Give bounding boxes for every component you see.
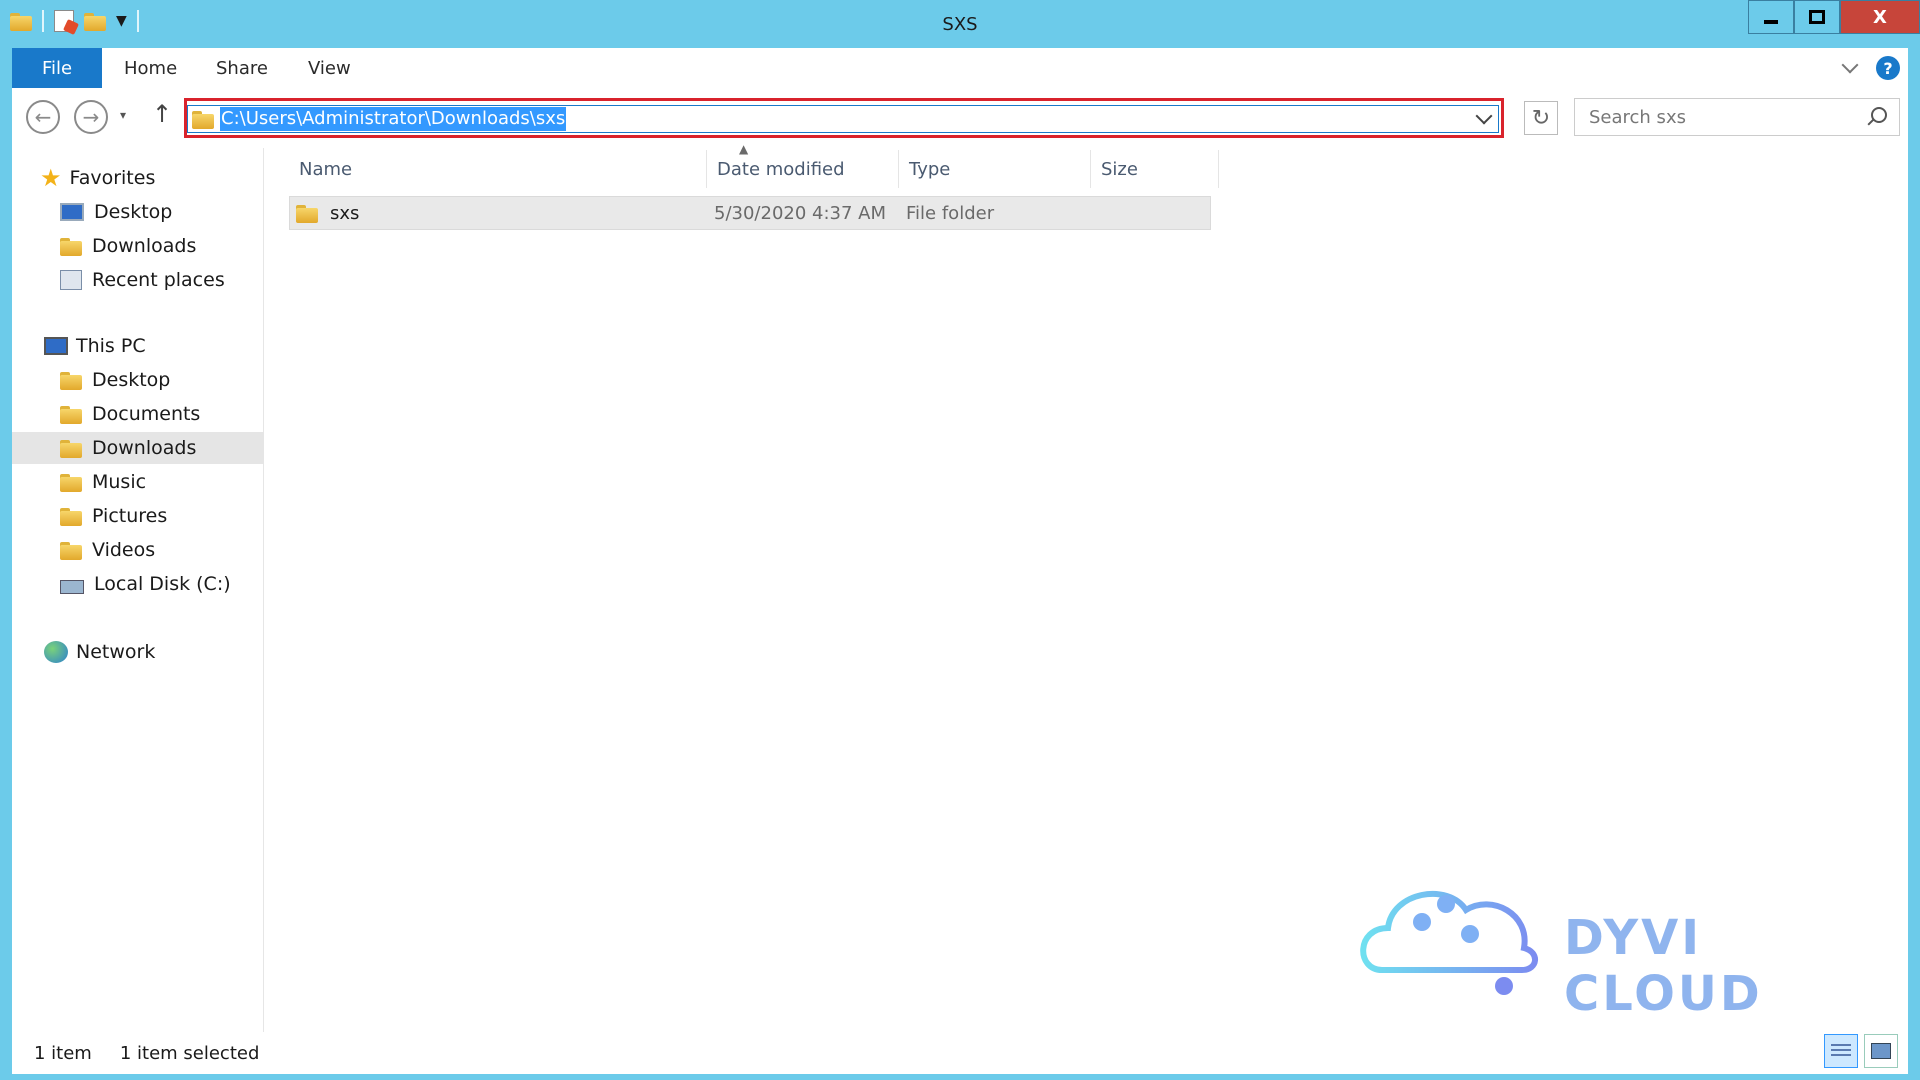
tab-home[interactable]: Home	[124, 48, 177, 88]
watermark-logo-text: DYVI CLOUD	[1564, 910, 1763, 1022]
sidebar-item-downloads[interactable]: Downloads	[12, 432, 264, 464]
large-icons-view-icon	[1871, 1043, 1891, 1059]
maximize-icon	[1809, 10, 1825, 24]
sidebar-item-fav-desktop[interactable]: Desktop	[60, 196, 172, 228]
search-input[interactable]: Search sxs	[1574, 98, 1900, 136]
maximize-button[interactable]	[1794, 0, 1840, 34]
close-icon: X	[1873, 6, 1887, 28]
explorer-window: ▼ SXS X File Home Share View ? ← → ▾ ↑ C…	[0, 0, 1920, 1080]
back-button[interactable]: ←	[26, 100, 60, 134]
documents-folder-icon	[60, 404, 82, 424]
tab-file[interactable]: File	[12, 48, 102, 88]
desktop-icon	[60, 203, 84, 221]
help-icon[interactable]: ?	[1876, 56, 1900, 80]
sidebar-item-pictures[interactable]: Pictures	[60, 500, 167, 532]
videos-folder-icon	[60, 540, 82, 560]
navigation-bar: ← → ▾ ↑ C:\Users\Administrator\Downloads…	[12, 88, 1908, 148]
folder-icon	[296, 203, 318, 223]
date-modified-cell: 5/30/2020 4:37 AM	[714, 202, 887, 224]
sidebar-item-label: Documents	[92, 403, 201, 425]
sidebar-item-desktop[interactable]: Desktop	[60, 364, 170, 396]
ribbon-right-controls: ?	[1841, 56, 1900, 80]
sidebar-item-label: Downloads	[92, 437, 197, 459]
address-path[interactable]: C:\Users\Administrator\Downloads\sxs	[220, 107, 567, 131]
refresh-button[interactable]: ↻	[1524, 101, 1558, 135]
desktop-folder-icon	[60, 370, 82, 390]
refresh-icon: ↻	[1531, 105, 1551, 131]
address-bar[interactable]: C:\Users\Administrator\Downloads\sxs	[187, 105, 1499, 133]
search-icon[interactable]	[1871, 107, 1887, 123]
sidebar-item-documents[interactable]: Documents	[60, 398, 200, 430]
close-button[interactable]: X	[1840, 0, 1920, 34]
file-name: sxs	[330, 202, 360, 224]
address-dropdown-icon[interactable]	[1475, 107, 1493, 125]
sidebar-item-label: Videos	[92, 539, 156, 561]
selection-count: 1 item selected	[119, 1042, 260, 1064]
sidebar-item-network[interactable]: Network	[44, 636, 155, 668]
back-arrow-icon: ←	[34, 105, 52, 129]
search-placeholder: Search sxs	[1589, 106, 1686, 128]
forward-arrow-icon: →	[82, 105, 100, 129]
star-icon: ★	[40, 164, 62, 192]
large-icons-view-button[interactable]	[1864, 1034, 1898, 1068]
computer-icon	[44, 337, 68, 355]
table-row[interactable]: sxs 5/30/2020 4:37 AM File folder	[289, 196, 1211, 230]
sidebar-item-label: Local Disk (C:)	[94, 573, 231, 595]
sidebar-item-label: Downloads	[92, 235, 197, 257]
sidebar-item-label: Network	[76, 641, 156, 663]
column-header-name[interactable]: Name	[289, 150, 707, 188]
disk-drive-icon	[60, 580, 84, 594]
sidebar-item-label: Recent places	[92, 269, 225, 291]
status-bar: 1 item 1 item selected	[12, 1032, 1908, 1074]
sidebar-item-local-disk[interactable]: Local Disk (C:)	[60, 568, 231, 600]
ribbon-tabs: File Home Share View ?	[12, 48, 1908, 88]
network-icon	[44, 641, 68, 663]
column-header-size[interactable]: Size	[1091, 150, 1219, 188]
details-view-icon	[1831, 1044, 1851, 1058]
sidebar-item-recent-places[interactable]: Recent places	[60, 264, 225, 296]
music-folder-icon	[60, 472, 82, 492]
pictures-folder-icon	[60, 506, 82, 526]
tab-view[interactable]: View	[308, 48, 351, 88]
navigation-pane: ★ Favorites Desktop Downloads Recent pla…	[12, 148, 264, 1032]
sidebar-item-label: Pictures	[92, 505, 168, 527]
recent-places-icon	[60, 270, 82, 290]
tab-share[interactable]: Share	[216, 48, 268, 88]
downloads-folder-icon	[60, 236, 82, 256]
details-view-button[interactable]	[1824, 1034, 1858, 1068]
type-cell: File folder	[906, 202, 995, 224]
view-switcher	[1824, 1034, 1898, 1068]
sidebar-item-label: Favorites	[69, 167, 156, 189]
recent-locations-icon[interactable]: ▾	[120, 108, 126, 122]
minimize-icon	[1764, 20, 1778, 24]
sidebar-item-label: This PC	[76, 335, 146, 357]
sidebar-item-favorites[interactable]: ★ Favorites	[40, 162, 155, 194]
window-controls: X	[1748, 0, 1920, 34]
window-title: SXS	[942, 14, 978, 35]
column-header-type[interactable]: Type	[899, 150, 1091, 188]
file-name-cell[interactable]: sxs	[296, 197, 359, 229]
sidebar-item-label: Desktop	[94, 201, 173, 223]
up-button[interactable]: ↑	[152, 100, 172, 128]
sidebar-item-music[interactable]: Music	[60, 466, 146, 498]
title-bar: ▼ SXS X	[0, 0, 1920, 48]
sidebar-item-videos[interactable]: Videos	[60, 534, 155, 566]
expand-ribbon-icon[interactable]	[1841, 56, 1859, 74]
downloads-folder-icon	[60, 438, 82, 458]
sidebar-item-label: Music	[92, 471, 147, 493]
forward-button[interactable]: →	[74, 100, 108, 134]
folder-icon	[192, 109, 214, 129]
sidebar-item-this-pc[interactable]: This PC	[44, 330, 146, 362]
minimize-button[interactable]	[1748, 0, 1794, 34]
column-header-date-modified[interactable]: Date modified	[707, 150, 899, 188]
sidebar-item-fav-downloads[interactable]: Downloads	[60, 230, 196, 262]
address-bar-highlight: C:\Users\Administrator\Downloads\sxs	[184, 98, 1504, 138]
sidebar-item-label: Desktop	[92, 369, 171, 391]
item-count: 1 item	[34, 1042, 92, 1064]
